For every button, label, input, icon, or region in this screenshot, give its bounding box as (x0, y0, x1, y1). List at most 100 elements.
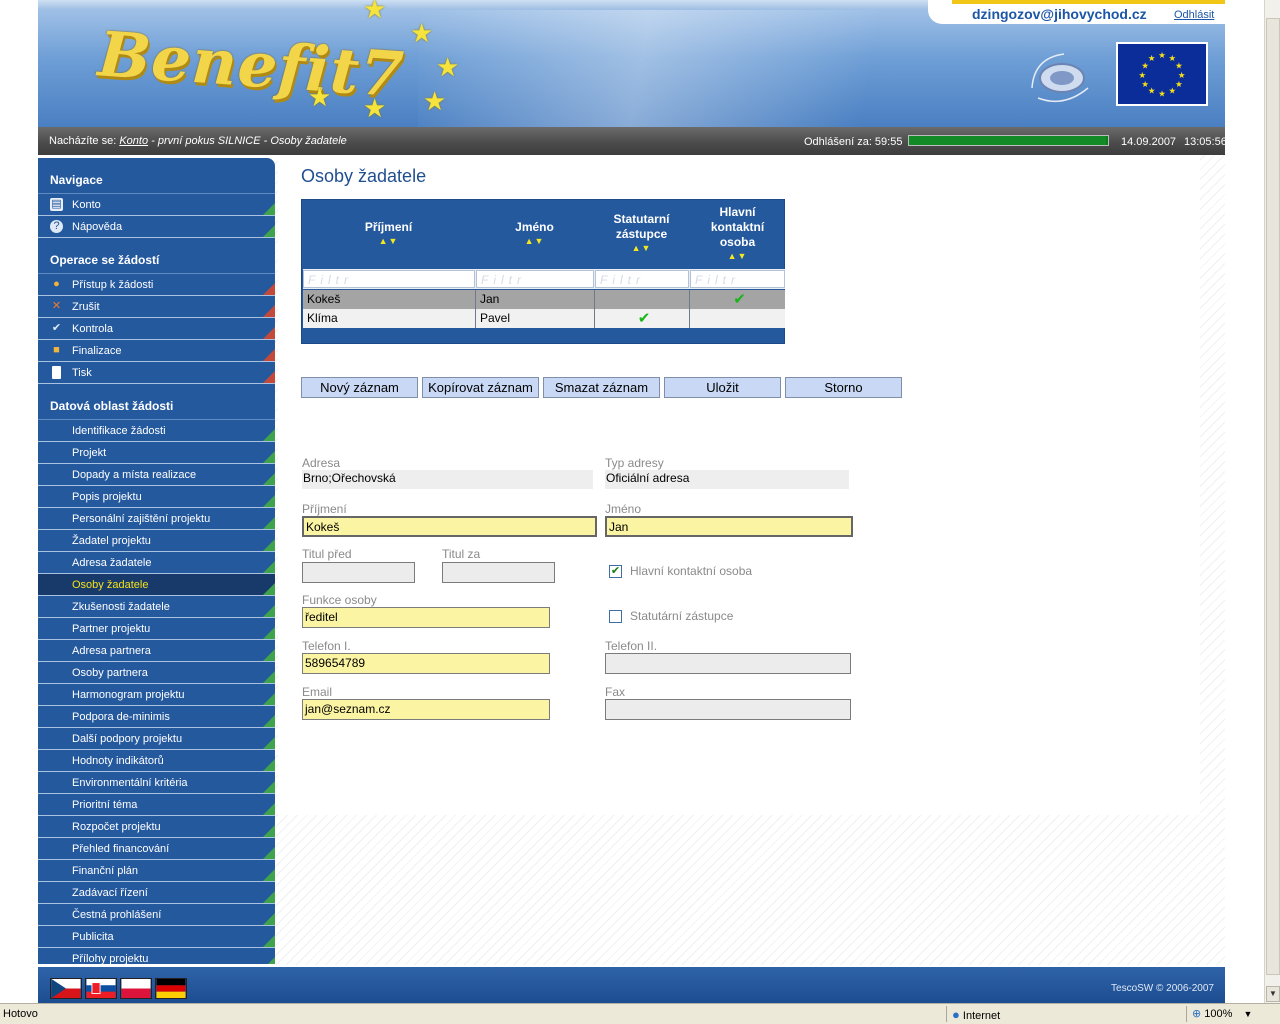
chevron-down-icon[interactable]: ▼ (1243, 1009, 1252, 1019)
persons-table: Příjmení ▲▼ Jméno ▲▼ Statutarní zástupce… (301, 199, 785, 344)
save-button[interactable]: Uložit (664, 377, 781, 398)
sidebar-data-item[interactable]: Přehled financování (38, 838, 275, 860)
sidebar-data-item[interactable]: Prioritní téma (38, 794, 275, 816)
vertical-scrollbar[interactable]: ▼ (1264, 0, 1280, 1003)
sidebar-data-item[interactable]: Adresa žadatele (38, 552, 275, 574)
sidebar-section-navigace: Navigace (38, 158, 275, 194)
sort-arrows-icon[interactable]: ▲▼ (594, 243, 689, 253)
email-field[interactable]: jan@seznam.cz (302, 699, 550, 720)
sort-arrows-icon[interactable]: ▲▼ (475, 236, 594, 246)
telefon1-label: Telefon I. (302, 639, 351, 653)
sidebar-item-finalizace[interactable]: ■ Finalizace (38, 340, 275, 362)
titul-za-field[interactable] (442, 562, 555, 583)
sidebar-data-item[interactable]: Podpora de-minimis (38, 706, 275, 728)
breadcrumb-link-konto[interactable]: Konto (119, 135, 148, 147)
sidebar-data-item[interactable]: Zadávací řízení (38, 882, 275, 904)
delete-record-button[interactable]: Smazat záznam (543, 377, 660, 398)
sidebar-data-item[interactable]: Partner projektu (38, 618, 275, 640)
filter-hlavni[interactable]: Filtr (690, 270, 785, 288)
sidebar-data-item[interactable]: Publicita (38, 926, 275, 948)
check-icon: ✔ (637, 310, 651, 327)
fax-field[interactable] (605, 699, 851, 720)
czech-flag-icon[interactable] (50, 978, 82, 999)
filter-prijmeni[interactable]: Filtr (303, 270, 475, 288)
svg-text:★: ★ (1139, 70, 1147, 80)
sidebar-data-item[interactable]: Dopady a místa realizace (38, 464, 275, 486)
hlavni-kontaktni-checkbox[interactable]: ✔ (609, 565, 622, 578)
sidebar-data-item[interactable]: Další podpory projektu (38, 728, 275, 750)
sidebar-data-item[interactable]: Zkušenosti žadatele (38, 596, 275, 618)
column-header-hlavni[interactable]: Hlavní kontaktní osoba ▲▼ (689, 200, 786, 269)
column-header-statutarni[interactable]: Statutarní zástupce ▲▼ (594, 200, 689, 269)
jmeno-field[interactable]: Jan (605, 516, 853, 537)
table-row[interactable]: Kokeš Jan ✔ (303, 290, 785, 309)
funkce-field[interactable]: ředitel (302, 607, 550, 628)
sidebar-data-item[interactable]: Environmentální kritéria (38, 772, 275, 794)
filter-statutarni[interactable]: Filtr (595, 270, 689, 288)
filter-jmeno[interactable]: Filtr (476, 270, 594, 288)
telefon1-field[interactable]: 589654789 (302, 653, 550, 674)
sidebar-data-item[interactable]: Osoby žadatele (38, 574, 275, 596)
sidebar-item-napoveda[interactable]: ? Nápověda (38, 216, 275, 238)
sidebar-data-item[interactable]: Žadatel projektu (38, 530, 275, 552)
copy-record-button[interactable]: Kopírovat záznam (422, 377, 539, 398)
sidebar-data-item[interactable]: Osoby partnera (38, 662, 275, 684)
sidebar-data-item[interactable]: Čestná prohlášení (38, 904, 275, 926)
sort-arrows-icon[interactable]: ▲▼ (302, 236, 475, 246)
lock-icon: ■ (53, 344, 60, 356)
scrollbar-thumb[interactable] (1266, 18, 1280, 975)
sidebar-item-pristup[interactable]: ● Přístup k žádosti (38, 274, 275, 296)
new-record-button[interactable]: Nový záznam (301, 377, 418, 398)
column-header-prijmeni[interactable]: Příjmení ▲▼ (302, 200, 475, 269)
table-row[interactable]: Klíma Pavel ✔ (303, 309, 785, 328)
sidebar-data-item[interactable]: Identifikace žádosti (38, 420, 275, 442)
sidebar-item-kontrola[interactable]: ✔ Kontrola (38, 318, 275, 340)
funkce-label: Funkce osoby (302, 593, 377, 607)
account-icon: ▤ (50, 198, 63, 211)
footer: TescoSW © 2006-2007 (38, 967, 1225, 1003)
sidebar-data-item[interactable]: Harmonogram projektu (38, 684, 275, 706)
svg-text:★: ★ (1175, 79, 1183, 89)
prijmeni-label: Příjmení (302, 502, 347, 516)
filter-row: Filtr Filtr Filtr Filtr (303, 269, 785, 289)
polish-flag-icon[interactable] (120, 978, 152, 999)
app-logo: Benefit7 (95, 17, 407, 112)
telefon2-field[interactable] (605, 653, 851, 674)
logout-link[interactable]: Odhlásit (1174, 9, 1214, 21)
sidebar-data-item[interactable]: Projekt (38, 442, 275, 464)
star-icon: ★ (436, 52, 460, 82)
column-header-jmeno[interactable]: Jméno ▲▼ (475, 200, 594, 269)
svg-text:★: ★ (1148, 86, 1156, 96)
german-flag-icon[interactable] (155, 978, 187, 999)
breadcrumb-rest: - první pokus SILNICE - Osoby žadatele (151, 135, 347, 147)
sidebar-item-zrusit[interactable]: ✕ Zrušit (38, 296, 275, 318)
check-icon: ✔ (51, 322, 62, 334)
sidebar-data-item[interactable]: Popis projektu (38, 486, 275, 508)
zoom-level[interactable]: ⊕ 100% ▼ (1192, 1007, 1252, 1020)
svg-text:★: ★ (1141, 79, 1149, 89)
sidebar-data-item[interactable]: Rozpočet projektu (38, 816, 275, 838)
statutarni-zastupce-checkbox[interactable] (609, 610, 622, 623)
users-icon: ● (53, 278, 60, 290)
help-icon: ? (50, 220, 63, 233)
prijmeni-field[interactable]: Kokeš (302, 516, 597, 537)
slovak-flag-icon[interactable] (85, 978, 117, 999)
globe-icon: ● (952, 1007, 960, 1022)
star-icon: ★ (410, 18, 434, 48)
sidebar-data-item[interactable]: Hodnoty indikátorů (38, 750, 275, 772)
star-icon: ★ (363, 0, 387, 24)
sidebar-item-tisk[interactable]: Tisk (38, 362, 275, 384)
sort-arrows-icon[interactable]: ▲▼ (689, 251, 786, 261)
scroll-down-icon[interactable]: ▼ (1266, 986, 1280, 1002)
cancel-icon: ✕ (51, 300, 62, 312)
titul-pred-field[interactable] (302, 562, 415, 583)
sidebar-data-item[interactable]: Finanční plán (38, 860, 275, 882)
header-swoosh (418, 10, 978, 127)
typ-adresy-value: Oficiální adresa (605, 470, 849, 489)
sidebar-item-konto[interactable]: ▤ Konto (38, 194, 275, 216)
sidebar-data-item[interactable]: Adresa partnera (38, 640, 275, 662)
cancel-button[interactable]: Storno (785, 377, 902, 398)
adresa-label: Adresa (302, 456, 341, 470)
sidebar-data-item[interactable]: Přílohy projektu (38, 948, 275, 964)
sidebar-data-item[interactable]: Personální zajištění projektu (38, 508, 275, 530)
